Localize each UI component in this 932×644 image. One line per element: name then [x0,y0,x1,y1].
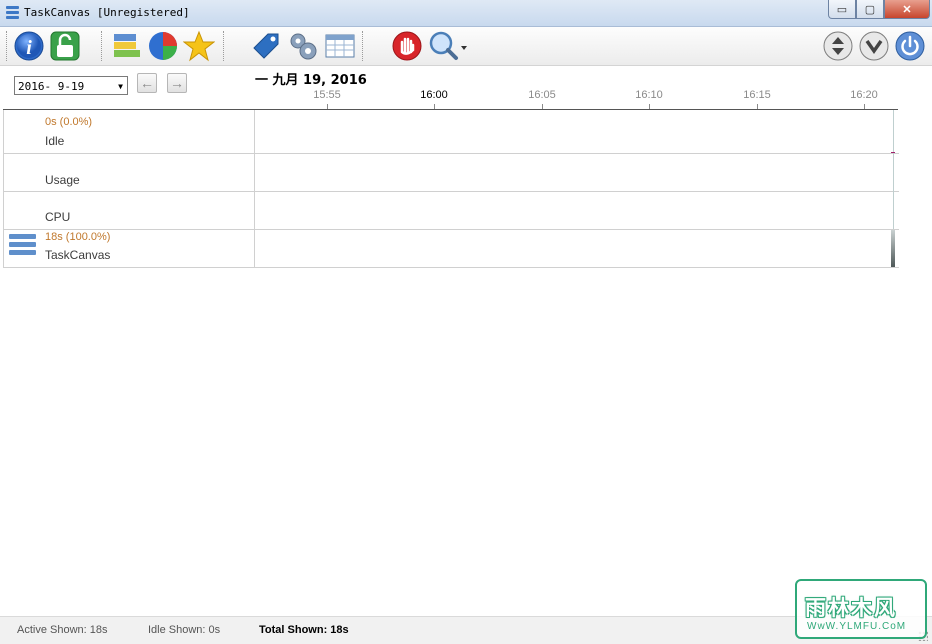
prev-day-button[interactable]: ← [137,73,157,93]
row-duration: 18s (100.0%) [45,231,111,243]
chevron-down-icon[interactable]: ▼ [118,77,123,96]
date-heading: 一 九月 19, 2016 [255,73,367,88]
app-menu-icon[interactable] [6,6,19,19]
info-icon[interactable]: i [13,30,45,62]
arrow-left-icon: ← [140,75,154,91]
arrow-right-icon: → [170,75,184,91]
time-tick-label: 16:05 [528,89,556,101]
date-picker-value: 2016- 9-19 [18,80,85,93]
row-label: Idle [45,134,65,148]
column-divider [254,154,255,191]
current-time-line [893,110,894,229]
gear-icon[interactable] [286,30,318,62]
pie-chart-icon[interactable] [147,30,179,62]
svg-text:i: i [26,37,32,59]
calendar-table-icon[interactable] [324,30,356,62]
toolbar: i [0,27,932,66]
tag-icon[interactable] [250,30,282,62]
usage-bar[interactable] [891,230,895,267]
unlock-icon[interactable] [49,30,81,62]
table-row[interactable]: 18s (100.0%) TaskCanvas [4,230,899,268]
watermark-title: 雨林木风 [805,597,897,620]
row-duration: 0s (0.0%) [45,116,93,128]
column-divider [254,110,255,153]
row-label: CPU [45,210,71,224]
row-label: TaskCanvas [45,248,111,262]
toolbar-separator [6,31,8,61]
window-title: TaskCanvas [Unregistered] [24,6,190,19]
magnifier-icon[interactable] [427,30,469,62]
idle-shown: Idle Shown: 0s [148,624,221,636]
time-tick-label: 16:00 [420,89,448,101]
next-day-button[interactable]: → [167,73,187,93]
sort-updown-icon[interactable] [822,30,854,62]
time-tick-label: 16:10 [635,89,663,101]
total-shown: Total Shown: 18s [259,624,349,636]
watermark: 雨林木风 WwW.YLMFU.CoM [795,579,927,639]
toolbar-separator [101,31,103,61]
close-button[interactable]: ✕ [884,0,930,19]
active-shown: Active Shown: 18s [17,624,108,636]
stacked-bars-icon[interactable] [111,30,143,62]
row-label: Usage [45,173,80,187]
idle-marker [891,152,895,153]
time-tick-label: 16:20 [850,89,878,101]
status-bar: Active Shown: 18s Idle Shown: 0s Total S… [0,616,932,644]
minimize-button[interactable]: ▭ [828,0,856,19]
watermark-url: WwW.YLMFU.CoM [807,621,907,632]
window-controls: ▭ ▢ ✕ [828,0,930,20]
toolbar-separator [223,31,225,61]
table-row[interactable]: CPU [4,192,899,230]
star-icon[interactable] [182,30,216,62]
power-icon[interactable] [894,30,926,62]
table-row[interactable]: Usage [4,154,899,192]
toolbar-separator [362,31,364,61]
collapse-down-icon[interactable] [858,30,890,62]
maximize-button[interactable]: ▢ [856,0,884,19]
column-divider [254,192,255,229]
date-header: 2016- 9-19 ▼ ← → 一 九月 19, 2016 15:55 16:0… [0,66,932,110]
title-bar: TaskCanvas [Unregistered] ▭ ▢ ✕ [0,0,932,27]
date-picker[interactable]: 2016- 9-19 ▼ [14,76,128,95]
table-row[interactable]: 0s (0.0%) Idle [4,110,899,154]
time-tick-label: 15:55 [313,89,341,101]
app-list-icon [9,234,36,261]
stop-hand-icon[interactable] [391,30,423,62]
time-tick-label: 16:15 [743,89,771,101]
activity-grid: 0s (0.0%) Idle Usage CPU 18s (100.0%) Ta… [3,110,899,268]
column-divider [254,230,255,267]
